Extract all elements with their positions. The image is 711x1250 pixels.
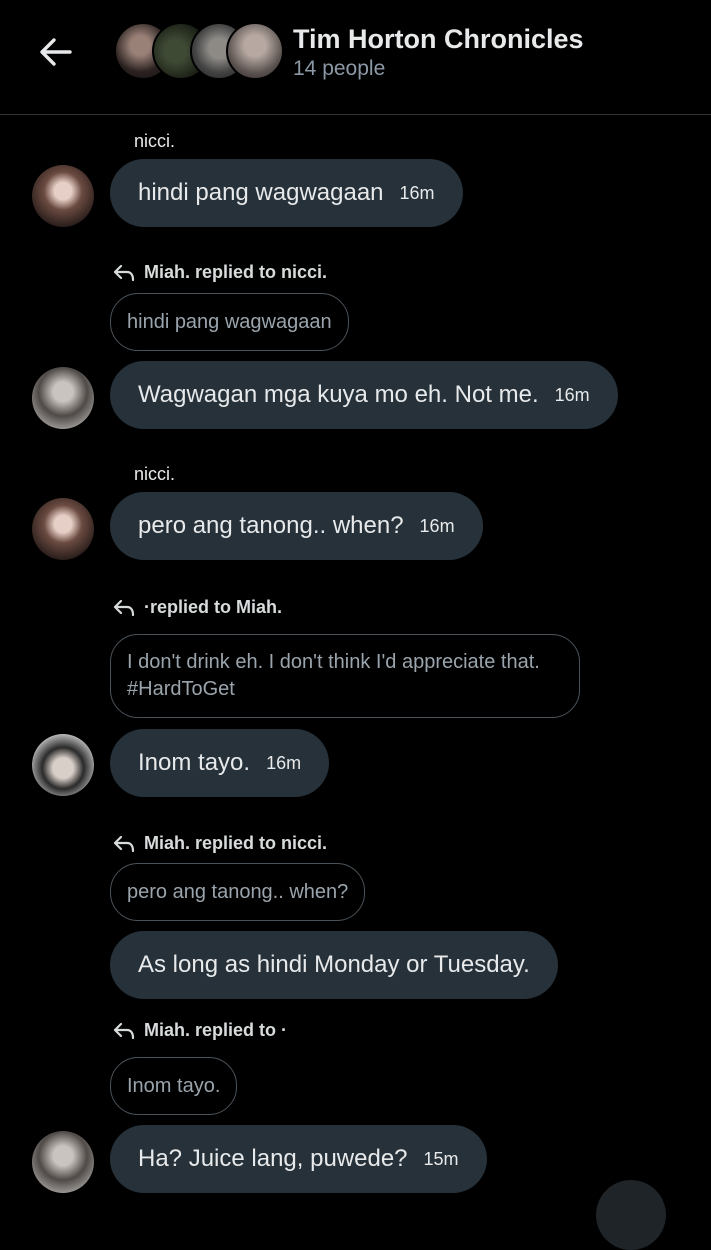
sender-name: nicci. <box>134 131 176 151</box>
message-text: Inom tayo. <box>138 749 251 776</box>
reply-meta-text: Miah. replied to · <box>144 1020 288 1040</box>
avatar[interactable] <box>32 498 94 560</box>
back-button[interactable] <box>34 30 78 74</box>
reply-indicator: Miah. replied to · <box>112 1020 287 1041</box>
quoted-message[interactable]: I don't drink eh. I don't think I'd appr… <box>110 634 580 718</box>
message-bubble[interactable]: pero ang tanong.. when? 16m <box>110 492 483 560</box>
sender-name: nicci. <box>134 464 176 484</box>
message-bubble[interactable]: hindi pang wagwagaan 16m <box>110 159 463 227</box>
message-time: 16m <box>399 182 435 203</box>
message-text: hindi pang wagwagaan <box>138 179 384 206</box>
message-text: pero ang tanong.. when? <box>138 512 404 539</box>
message-bubble[interactable]: Wagwagan mga kuya mo eh. Not me. 16m <box>110 361 618 429</box>
avatar[interactable] <box>32 165 94 227</box>
quoted-text: I don't drink eh. I don't think I'd appr… <box>127 651 540 700</box>
reply-arrow-icon <box>113 1022 135 1039</box>
reply-meta-text: Miah. replied to nicci. <box>144 833 328 853</box>
message-text: Wagwagan mga kuya mo eh. Not me. <box>138 381 539 408</box>
reply-arrow-icon <box>113 264 135 281</box>
quoted-text: pero ang tanong.. when? <box>127 880 349 903</box>
quoted-text: hindi pang wagwagaan <box>127 310 332 333</box>
reply-meta-text: Miah. replied to nicci. <box>144 262 328 282</box>
quoted-text: Inom tayo. <box>127 1074 221 1097</box>
avatar[interactable] <box>32 367 94 429</box>
reply-meta-text: ·replied to Miah. <box>144 597 283 617</box>
message-bubble[interactable]: As long as hindi Monday or Tuesday. <box>110 931 558 999</box>
reply-arrow-icon <box>113 599 135 616</box>
avatar[interactable] <box>32 1131 94 1193</box>
arrow-left-icon <box>40 38 72 66</box>
message-time: 16m <box>419 515 455 536</box>
message-time: 16m <box>554 384 590 405</box>
conversation-header: Tim Horton Chronicles 14 people <box>0 0 711 115</box>
message-time: 16m <box>266 752 302 773</box>
reply-indicator: ·replied to Miah. <box>112 597 282 618</box>
quoted-message[interactable]: hindi pang wagwagaan <box>110 293 349 351</box>
message-bubble[interactable]: Inom tayo. 16m <box>110 729 330 797</box>
quoted-message[interactable]: Inom tayo. <box>110 1057 238 1115</box>
group-avatars[interactable] <box>114 22 284 80</box>
avatar[interactable] <box>32 734 94 796</box>
scroll-down-button[interactable] <box>596 1180 666 1250</box>
member-count: 14 people <box>293 57 386 80</box>
reply-indicator: Miah. replied to nicci. <box>112 833 327 854</box>
conversation-title: Tim Horton Chronicles <box>293 24 584 54</box>
reply-arrow-icon <box>113 835 135 852</box>
reply-indicator: Miah. replied to nicci. <box>112 262 327 283</box>
message-text: Ha? Juice lang, puwede? <box>138 1145 408 1172</box>
message-time: 15m <box>423 1148 459 1169</box>
message-text: As long as hindi Monday or Tuesday. <box>138 951 530 978</box>
quoted-message[interactable]: pero ang tanong.. when? <box>110 863 366 921</box>
group-avatar <box>226 22 284 80</box>
message-bubble[interactable]: Ha? Juice lang, puwede? 15m <box>110 1125 487 1193</box>
